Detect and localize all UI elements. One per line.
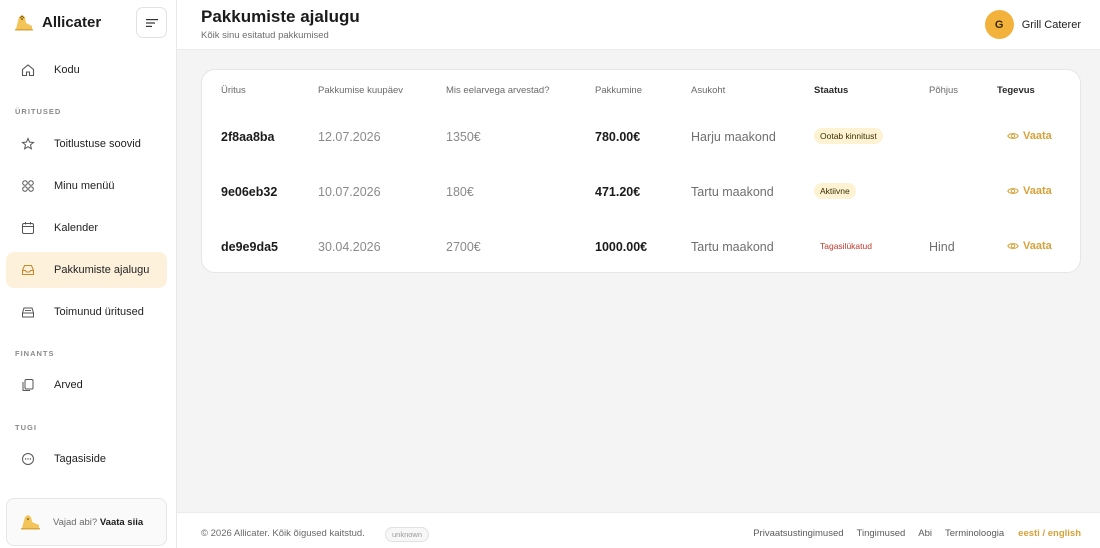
sidebar-item-label: Arved [54, 379, 83, 391]
row-budget: 2700€ [446, 240, 481, 254]
sidebar-item-toitlustuse-soovid[interactable]: Toitlustuse soovid [6, 126, 167, 162]
column-header-tegevus: Tegevus [997, 85, 1035, 96]
row-event-id: de9e9da5 [221, 240, 278, 254]
star-icon [20, 136, 36, 152]
avatar[interactable]: G [984, 10, 1014, 39]
sidebar-item-kalender[interactable]: Kalender [6, 210, 167, 246]
app-name: Allicater [42, 13, 102, 31]
menu-toggle-button[interactable] [136, 7, 167, 38]
sidebar: Allicater Kodu ÜRITUSED Toitlustuse soov… [0, 0, 177, 548]
row-event-id: 2f8aa8ba [221, 130, 275, 144]
menu-icon [145, 18, 158, 27]
sidebar-item-tagasiside[interactable]: Tagasiside [6, 441, 167, 477]
sidebar-item-kodu[interactable]: Kodu [6, 52, 167, 88]
version-badge: unknown [385, 527, 430, 542]
status-badge: Ootab kinnitust [814, 128, 883, 144]
calendar-icon [20, 220, 36, 236]
view-button-label: Vaata [1023, 240, 1052, 252]
row-offer: 471.20€ [595, 185, 641, 199]
status-badge: Tagasilükatud [820, 241, 872, 251]
column-header-staatus: Staatus [814, 85, 849, 96]
column-header-kuupaev: Pakkumise kuupäev [318, 85, 404, 96]
inbox-icon [20, 262, 36, 278]
status-badge: Aktiivne [814, 183, 856, 199]
column-header-eelarve: Mis eelarvega arvestad? [446, 85, 550, 96]
sidebar-item-minu-menuu[interactable]: Minu menüü [6, 168, 167, 204]
help-card[interactable]: Vajad abi? Vaata siia [6, 498, 167, 546]
view-button-label: Vaata [1023, 130, 1052, 142]
sidebar-item-label: Kodu [54, 64, 80, 76]
footer-link-privaatsus[interactable]: Privaatsustingimused [753, 528, 843, 539]
allicater-logo-icon [15, 15, 33, 31]
footer-link-terminoloogia[interactable]: Terminoloogia [945, 528, 1004, 539]
row-location: Tartu maakond [691, 240, 774, 254]
chat-icon [20, 451, 36, 467]
view-button[interactable]: Vaata [1007, 185, 1052, 197]
view-button[interactable]: Vaata [1007, 130, 1052, 142]
page-subtitle: Kõik sinu esitatud pakkumised [201, 30, 329, 41]
row-location: Harju maakond [691, 130, 776, 144]
sidebar-item-pakkumiste-ajalugu[interactable]: Pakkumiste ajalugu [6, 252, 167, 288]
home-icon [20, 62, 36, 78]
column-header-asukoht: Asukoht [691, 85, 726, 96]
sidebar-item-label: Kalender [54, 222, 99, 234]
row-location: Tartu maakond [691, 185, 774, 199]
footer-link-abi[interactable]: Abi [918, 528, 932, 539]
help-prefix: Vajad abi? [53, 516, 98, 528]
user-name[interactable]: Grill Caterer [1022, 19, 1081, 31]
page-header: Pakkumiste ajalugu Kõik sinu esitatud pa… [177, 0, 1100, 50]
footer-links: Privaatsustingimused Tingimused Abi Term… [740, 528, 1081, 539]
help-link[interactable]: Vaata siia [100, 517, 143, 528]
sidebar-item-label: Toimunud üritused [54, 306, 144, 318]
page-footer: © 2026 Allicater. Kõik õigused kaitstud.… [177, 512, 1100, 548]
view-button[interactable]: Vaata [1007, 240, 1052, 252]
sidebar-item-label: Pakkumiste ajalugu [54, 264, 150, 276]
language-switch[interactable]: eesti / english [1018, 528, 1081, 539]
eye-icon [1007, 243, 1019, 249]
row-reason: Hind [929, 240, 955, 254]
page-title: Pakkumiste ajalugu [201, 7, 360, 26]
section-label-finants: FINANTS [15, 349, 55, 358]
user-menu[interactable]: G Grill Caterer [984, 10, 1081, 39]
archive-icon [20, 304, 36, 320]
view-button-label: Vaata [1023, 185, 1052, 197]
sidebar-item-label: Toitlustuse soovid [54, 138, 141, 150]
grid-icon [20, 178, 36, 194]
offers-table: Üritus Pakkumise kuupäev Mis eelarvega a… [201, 69, 1081, 273]
row-date: 30.04.2026 [318, 240, 381, 254]
column-header-uritus: Üritus [221, 85, 246, 96]
row-offer: 780.00€ [595, 130, 641, 144]
column-header-pohjus: Põhjus [929, 85, 959, 96]
row-date: 12.07.2026 [318, 130, 381, 144]
sidebar-item-arved[interactable]: Arved [6, 367, 167, 403]
allicater-logo-icon [21, 515, 40, 530]
section-label-tugi: TUGI [15, 423, 37, 432]
eye-icon [1007, 133, 1019, 139]
row-date: 10.07.2026 [318, 185, 381, 199]
column-header-pakkumine: Pakkumine [595, 85, 642, 96]
copy-icon [20, 377, 36, 393]
row-budget: 180€ [446, 185, 474, 199]
row-event-id: 9e06eb32 [221, 185, 278, 199]
sidebar-item-label: Minu menüü [54, 180, 115, 192]
section-label-uritused: ÜRITUSED [15, 107, 62, 116]
eye-icon [1007, 188, 1019, 194]
row-budget: 1350€ [446, 130, 481, 144]
footer-link-tingimused[interactable]: Tingimused [857, 528, 906, 539]
copyright: © 2026 Allicater. Kõik õigused kaitstud. [201, 528, 365, 539]
sidebar-item-toimunud-uritused[interactable]: Toimunud üritused [6, 294, 167, 330]
sidebar-item-label: Tagasiside [54, 453, 106, 465]
brand[interactable]: Allicater [13, 11, 101, 33]
row-offer: 1000.00€ [595, 240, 648, 254]
